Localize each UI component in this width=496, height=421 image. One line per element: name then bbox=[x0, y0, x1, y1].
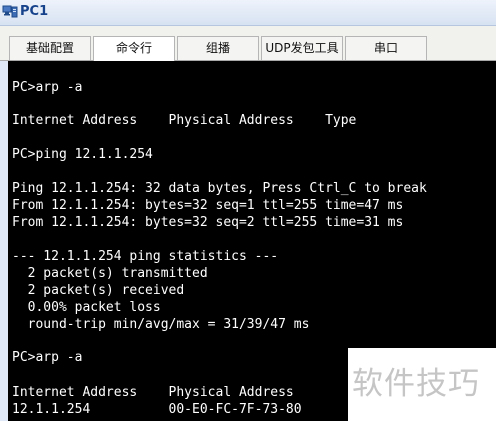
terminal-line: PC>arp -a bbox=[12, 350, 83, 365]
watermark-text: 软件技巧 bbox=[352, 366, 480, 402]
terminal-line: 2 packet(s) received bbox=[12, 283, 185, 298]
terminal-line: Internet Address Physical Address bbox=[12, 385, 294, 400]
terminal-line: Internet Address Physical Address Type bbox=[12, 113, 357, 128]
terminal-line: PC>ping 12.1.1.254 bbox=[12, 147, 153, 162]
terminal-line: PC>arp -a bbox=[12, 80, 83, 95]
terminal-line: 2 packet(s) transmitted bbox=[12, 266, 208, 281]
terminal-line: 12.1.1.254 00-E0-FC-7F-73-80 bbox=[12, 402, 302, 417]
tab-basic-config[interactable]: 基础配置 bbox=[9, 36, 91, 60]
pc-computer-icon bbox=[2, 4, 18, 20]
terminal-line: round-trip min/avg/max = 31/39/47 ms bbox=[12, 317, 310, 332]
terminal-line: From 12.1.1.254: bytes=32 seq=1 ttl=255 … bbox=[12, 198, 404, 213]
title-bar: PC1 bbox=[0, 0, 496, 26]
tab-bar: 基础配置 命令行 组播 UDP发包工具 串口 bbox=[0, 26, 496, 61]
terminal-line: --- 12.1.1.254 ping statistics --- bbox=[12, 249, 279, 264]
terminal-line: Ping 12.1.1.254: 32 data bytes, Press Ct… bbox=[12, 181, 427, 196]
terminal-line: 0.00% packet loss bbox=[12, 300, 161, 315]
tab-command-line[interactable]: 命令行 bbox=[93, 36, 175, 61]
tab-multicast[interactable]: 组播 bbox=[177, 36, 259, 60]
tab-serial-port[interactable]: 串口 bbox=[345, 36, 427, 60]
terminal-line: From 12.1.1.254: bytes=32 seq=2 ttl=255 … bbox=[12, 215, 404, 230]
window-title: PC1 bbox=[20, 4, 49, 19]
tab-udp-tool[interactable]: UDP发包工具 bbox=[261, 36, 343, 60]
